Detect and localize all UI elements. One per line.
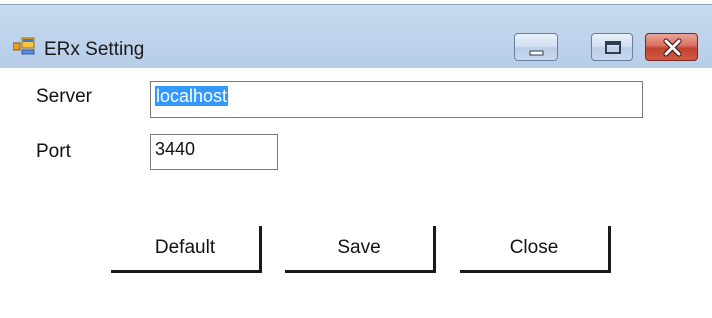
minimize-button[interactable] [514, 33, 558, 61]
server-input[interactable]: localhost [150, 81, 643, 118]
close-window-button[interactable] [645, 33, 698, 61]
maximize-button[interactable] [591, 33, 633, 61]
server-label: Server [36, 86, 92, 107]
server-input-value: localhost [155, 86, 229, 106]
default-button[interactable]: Default [111, 226, 262, 273]
minimize-icon [529, 50, 544, 56]
port-input-value: 3440 [155, 139, 196, 159]
settings-window: ERx Setting Server localhost Port 3440 D… [0, 0, 712, 318]
close-icon [663, 38, 682, 57]
port-input[interactable]: 3440 [150, 134, 278, 170]
maximize-icon [605, 41, 621, 54]
save-button[interactable]: Save [285, 226, 436, 273]
port-label: Port [36, 141, 71, 162]
window-title: ERx Setting [44, 39, 145, 60]
close-button[interactable]: Close [460, 226, 611, 273]
title-bar[interactable]: ERx Setting [0, 4, 712, 69]
window-app-icon [12, 37, 35, 55]
